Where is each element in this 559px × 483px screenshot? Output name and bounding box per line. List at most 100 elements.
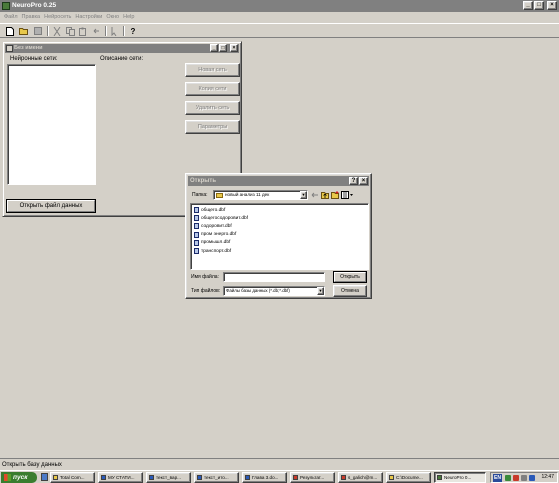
menu-edit[interactable]: Правка [20,12,43,22]
word-icon [245,475,250,480]
menu-file[interactable]: Файл [2,12,20,22]
taskbar: пуск Total Com... МУ СТАТИ... текст_вар.… [0,470,559,483]
system-tray: EN 12:47 [490,472,558,483]
open-button[interactable]: Открыть [333,271,367,283]
delete-network-button[interactable]: Удалить сеть [185,101,240,115]
word-icon [197,475,202,480]
language-indicator[interactable]: EN [493,474,502,482]
app-titlebar: NeuroPro 0.25 _ □ × [0,0,559,12]
pointer-icon[interactable] [108,25,120,37]
quicklaunch-desktop-icon[interactable] [41,473,48,481]
open-data-file-button[interactable]: Открыть файл данных [6,199,96,213]
document-title: Без имени [14,45,43,51]
menubar: Файл Правка Нейросеть Настройки Окно Hel… [0,12,559,22]
filetype-select[interactable]: Файлы базы данных (*.db;*.dbf) ▼ [223,286,325,296]
paste-icon[interactable] [77,25,89,37]
chevron-down-icon[interactable]: ▼ [300,191,307,199]
app-icon [53,475,58,480]
help-icon[interactable]: ? [127,25,139,37]
lookin-value: новый анализ 11 дек [225,192,270,197]
app-icon [2,2,10,10]
filename-input[interactable] [223,272,325,282]
neuropro-window: NeuroPro 0.25 _ □ × Файл Правка Нейросет… [0,0,559,470]
status-text: Открыть базу данных [2,462,62,468]
menu-help[interactable]: Help [121,12,136,22]
clock[interactable]: 12:47 [541,473,554,482]
new-folder-icon[interactable] [331,191,339,199]
copy-icon[interactable] [64,25,76,37]
folder-icon [389,475,394,480]
app-icon [437,475,442,480]
taskbar-item[interactable]: C:\Docume... [386,472,431,483]
taskbar-item[interactable]: текст_вар... [146,472,191,483]
menu-network[interactable]: Нейросеть [42,12,73,22]
taskbar-item[interactable]: текст_итo... [194,472,239,483]
dbf-file-icon [194,248,199,255]
taskbar-item[interactable]: s_galich@m... [338,472,383,483]
list-item[interactable]: пром энерго.dbf [194,231,365,239]
back-icon[interactable] [311,191,319,199]
app-title: NeuroPro 0.25 [12,2,57,9]
minimize-button[interactable]: _ [523,1,533,10]
dialog-help-button[interactable]: ? [349,177,358,185]
list-item[interactable]: общегосодоровит.dbf [194,214,365,222]
lookin-dropdown[interactable]: новый анализ 11 дек ▼ [213,190,308,200]
cut-icon[interactable] [51,25,63,37]
filetype-value: Файлы базы данных (*.db;*.dbf) [226,288,290,293]
list-item[interactable]: общего.dbf [194,206,365,214]
word-icon [149,475,154,480]
save-icon[interactable] [32,25,44,37]
parameters-button[interactable]: Параметры [185,120,240,134]
open-icon[interactable] [18,25,30,37]
dbf-file-icon [194,239,199,246]
tray-icon[interactable] [521,475,527,481]
dbf-file-icon [194,215,199,222]
status-bar: Открыть базу данных [0,458,559,470]
taskbar-item[interactable]: МУ СТАТИ... [98,472,143,483]
close-button[interactable]: × [547,1,557,10]
taskbar-item-active[interactable]: NeuroPro 0... [434,472,486,483]
list-item[interactable]: содоровит.dbf [194,222,365,230]
dbf-file-icon [194,223,199,230]
tray-icon[interactable] [505,475,511,481]
open-data-file-label: Открыть файл данных [19,203,83,209]
lookin-label: Папка: [192,192,208,198]
taskbar-item[interactable]: Total Com... [50,472,95,483]
open-button-label: Открыть [340,274,360,280]
word-icon [101,475,106,480]
view-menu-icon[interactable] [341,191,353,199]
taskbar-item[interactable]: Глава 3.do... [242,472,287,483]
new-network-button[interactable]: Новая сеть [185,63,240,77]
start-button[interactable]: пуск [1,472,37,483]
tray-icon[interactable] [529,475,535,481]
tray-icon[interactable] [513,475,519,481]
cancel-button[interactable]: Отмена [333,285,367,297]
dialog-titlebar: Открыть ? × [188,176,369,186]
document-titlebar: Без имени _ □ × [5,44,239,53]
copy-network-button[interactable]: Копия сети [185,82,240,96]
browser-icon [293,475,298,480]
file-list[interactable]: общего.dbf общегосодоровит.dbf содоровит… [190,203,369,270]
taskbar-item[interactable]: Результат... [290,472,335,483]
doc-close-button[interactable]: × [230,44,238,52]
dialog-close-button[interactable]: × [359,177,368,185]
toolbar: ? [0,23,559,38]
doc-minimize-button[interactable]: _ [210,44,218,52]
menu-window[interactable]: Окно [104,12,121,22]
list-item[interactable]: транспорт.dbf [194,247,365,255]
dbf-file-icon [194,231,199,238]
dbf-file-icon [194,207,199,214]
doc-maximize-button[interactable]: □ [219,44,227,52]
open-dialog: Открыть ? × Папка: новый анализ 11 дек ▼… [185,173,372,299]
filetype-label: Тип файлов: [191,288,221,294]
networks-label: Нейронные сети: [10,56,58,62]
filename-label: Имя файла: [191,274,219,280]
list-item[interactable]: промышл.dbf [194,239,365,247]
networks-list[interactable] [7,64,96,185]
undo-icon[interactable] [91,25,103,37]
menu-settings[interactable]: Настройки [73,12,104,22]
up-folder-icon[interactable] [321,191,329,199]
chevron-down-icon[interactable]: ▼ [317,287,324,295]
maximize-button[interactable]: □ [534,1,544,10]
new-icon[interactable] [4,25,16,37]
